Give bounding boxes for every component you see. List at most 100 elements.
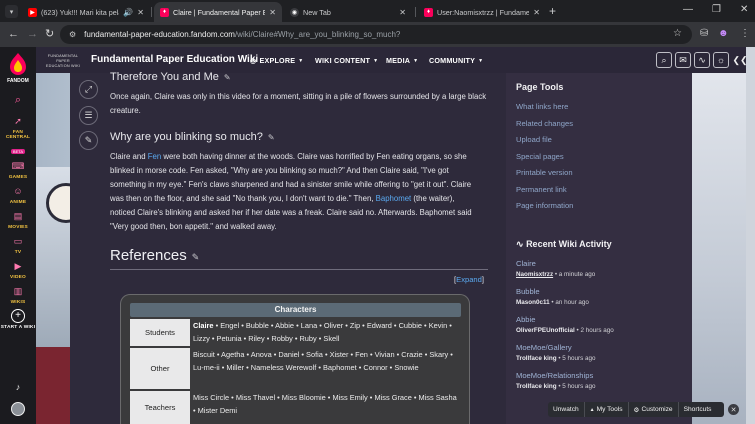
- fullscreen-icon[interactable]: ⤢: [79, 80, 98, 99]
- fandom-nav-movies[interactable]: ▤ MOVIES: [0, 209, 36, 230]
- compass-icon: ◎: [250, 56, 257, 65]
- chevron-up-icon: ▲: [589, 406, 595, 413]
- youtube-icon: ▶: [28, 7, 37, 17]
- wiki-header: FUNDAMENTAL PAPER EDUCATION WIKI Fundame…: [36, 47, 755, 73]
- close-tab-icon[interactable]: ✕: [533, 8, 540, 17]
- extension-icon[interactable]: ⛁: [700, 28, 708, 39]
- page-scrollbar[interactable]: [746, 47, 755, 424]
- menu-kebab-icon[interactable]: ⋮: [740, 28, 750, 39]
- tab-title: User:Naomisxtrzz | Fundamentu: [437, 7, 530, 17]
- menu-media[interactable]: MEDIA ▼: [386, 56, 418, 65]
- link-baphomet[interactable]: Baphomet: [376, 194, 412, 203]
- fandom-nav-wikis[interactable]: ▥ WIKIS: [0, 284, 36, 305]
- tool-upload-file[interactable]: Upload file: [516, 135, 552, 144]
- activity-item-title[interactable]: Bubble: [516, 287, 540, 296]
- restore-icon[interactable]: ❐: [712, 4, 721, 15]
- wiki-name[interactable]: Fundamental Paper Education Wiki: [91, 54, 258, 65]
- tab-search-icon[interactable]: ▾: [5, 5, 18, 18]
- menu-community[interactable]: COMMUNITY ▼: [429, 56, 483, 65]
- notifications-button[interactable]: ♪: [0, 380, 36, 394]
- menu-explore[interactable]: ◎ EXPLORE ▼: [250, 56, 303, 65]
- tool-special-pages[interactable]: Special pages: [516, 152, 564, 161]
- plus-circle-icon: +: [11, 309, 25, 323]
- my-tools-button[interactable]: ▲ My Tools: [585, 402, 629, 417]
- close-tab-icon[interactable]: ✕: [269, 8, 276, 17]
- fandom-nav-tv[interactable]: ▭ TV: [0, 234, 36, 255]
- avatar: [11, 402, 25, 416]
- shortcuts-button[interactable]: Shortcuts: [679, 402, 717, 417]
- edit-section-icon[interactable]: ✎: [192, 252, 200, 262]
- fandom-nav-fan-central[interactable]: ➚ FAN CENTRAL BETA: [0, 114, 36, 158]
- navbox-list-students: Claire • Engel • Bubble • Abbie • Lana •…: [193, 321, 452, 344]
- wiki-logo[interactable]: FUNDAMENTAL PAPER EDUCATION WIKI: [44, 54, 82, 69]
- fandom-logo-icon[interactable]: [8, 52, 28, 76]
- navbox-group-other: Other: [130, 348, 190, 389]
- browser-tab-claire[interactable]: ♦ Claire | Fundamental Paper Edu ✕: [154, 2, 282, 22]
- chevron-down-icon: ▼: [413, 57, 419, 64]
- close-toolbar-icon[interactable]: ✕: [728, 404, 739, 415]
- discussions-icon[interactable]: ✉: [675, 52, 691, 68]
- fandom-icon: ♦: [160, 7, 169, 17]
- bookmark-star-icon[interactable]: ☆: [673, 28, 682, 39]
- browser-tab-user[interactable]: ♦ User:Naomisxtrzz | Fundamentu ✕: [418, 2, 546, 22]
- tool-permanent-link[interactable]: Permanent link: [516, 185, 567, 194]
- tab-title: Claire | Fundamental Paper Edu: [173, 7, 266, 17]
- wiki-bottom-toolbar: Unwatch ▲ My Tools ⚙ Customize Shortcuts: [548, 402, 724, 417]
- chrome-icon: ◉: [290, 7, 299, 17]
- tool-page-information[interactable]: Page information: [516, 201, 573, 210]
- anime-icon: ☺: [13, 186, 23, 196]
- address-bar[interactable]: ⚙ fundamental-paper-education.fandom.com…: [60, 25, 692, 44]
- fandom-nav-games[interactable]: ⌨ GAMES: [0, 159, 36, 180]
- browser-tab-newtab[interactable]: ◉ New Tab ✕: [284, 2, 412, 22]
- edit-section-icon[interactable]: ✎: [224, 73, 231, 82]
- close-tab-icon[interactable]: ✕: [137, 8, 144, 17]
- theme-toggle-icon[interactable]: ☼: [713, 52, 729, 68]
- edit-section-icon[interactable]: ✎: [268, 133, 275, 142]
- fandom-logo-text: FANDOM: [7, 78, 29, 84]
- fandom-search[interactable]: ⌕: [0, 93, 36, 107]
- edit-pencil-icon[interactable]: ✎: [79, 131, 98, 150]
- navbox-title: Characters: [130, 303, 461, 317]
- recent-activity-heading: ∿ Recent Wiki Activity: [516, 239, 612, 249]
- activity-item-meta: Mason0c11 • an hour ago: [516, 299, 589, 306]
- search-icon: ⌕: [14, 94, 22, 106]
- tool-what-links-here[interactable]: What links here: [516, 102, 568, 111]
- forward-icon[interactable]: →: [27, 28, 38, 40]
- chevron-down-icon: ▼: [373, 57, 379, 64]
- site-info-icon[interactable]: ⚙: [69, 30, 76, 39]
- tool-related-changes[interactable]: Related changes: [516, 119, 573, 128]
- close-tab-icon[interactable]: ✕: [399, 8, 406, 17]
- tool-printable-version[interactable]: Printable version: [516, 168, 573, 177]
- user-avatar-button[interactable]: [0, 402, 36, 416]
- gamepad-icon: ⌨: [11, 161, 25, 171]
- browser-toolbar: ← → ↻ ⚙ fundamental-paper-education.fand…: [0, 22, 755, 47]
- reload-icon[interactable]: ↻: [45, 28, 54, 40]
- activity-item-title[interactable]: MoeMoe/Gallery: [516, 343, 572, 352]
- fandom-nav-video[interactable]: ▶ VIDEO: [0, 259, 36, 280]
- fandom-nav-anime[interactable]: ☺ ANIME: [0, 184, 36, 205]
- wiki-search-icon[interactable]: ⌕: [656, 52, 672, 68]
- activity-icon[interactable]: ∿: [694, 52, 710, 68]
- tab-title: (623) Yuk!!! Mari kita pelaja: [41, 7, 120, 17]
- activity-item-title[interactable]: Claire: [516, 259, 536, 268]
- navbox-list-teachers: Miss Circle • Miss Thavel • Miss Bloomie…: [193, 393, 457, 416]
- unwatch-button[interactable]: Unwatch: [548, 402, 585, 417]
- expand-toggle[interactable]: [Expand]: [454, 275, 484, 284]
- customize-button[interactable]: ⚙ Customize: [629, 402, 679, 417]
- activity-item-title[interactable]: MoeMoe/Relationships: [516, 371, 593, 380]
- bell-icon: ♪: [15, 382, 21, 392]
- close-window-icon[interactable]: ✕: [740, 4, 748, 15]
- menu-wiki-content[interactable]: WIKI CONTENT ▼: [315, 56, 378, 65]
- minimize-icon[interactable]: —: [683, 4, 693, 15]
- profile-icon[interactable]: ☻: [718, 28, 729, 39]
- link-fen[interactable]: Fen: [148, 152, 161, 161]
- fandom-nav-start-wiki[interactable]: + START A WIKI: [0, 309, 36, 330]
- new-tab-icon[interactable]: +: [549, 4, 556, 18]
- browser-tab-youtube[interactable]: ▶ (623) Yuk!!! Mari kita pelaja 🔊 ✕: [22, 2, 150, 22]
- chevron-down-icon: ▼: [478, 57, 484, 64]
- audio-icon[interactable]: 🔊: [123, 8, 133, 17]
- toc-icon[interactable]: ☰: [79, 106, 98, 125]
- activity-item-meta: Naomisxtrzz • a minute ago: [516, 271, 596, 278]
- activity-item-title[interactable]: Abbie: [516, 315, 535, 324]
- back-icon[interactable]: ←: [8, 28, 19, 40]
